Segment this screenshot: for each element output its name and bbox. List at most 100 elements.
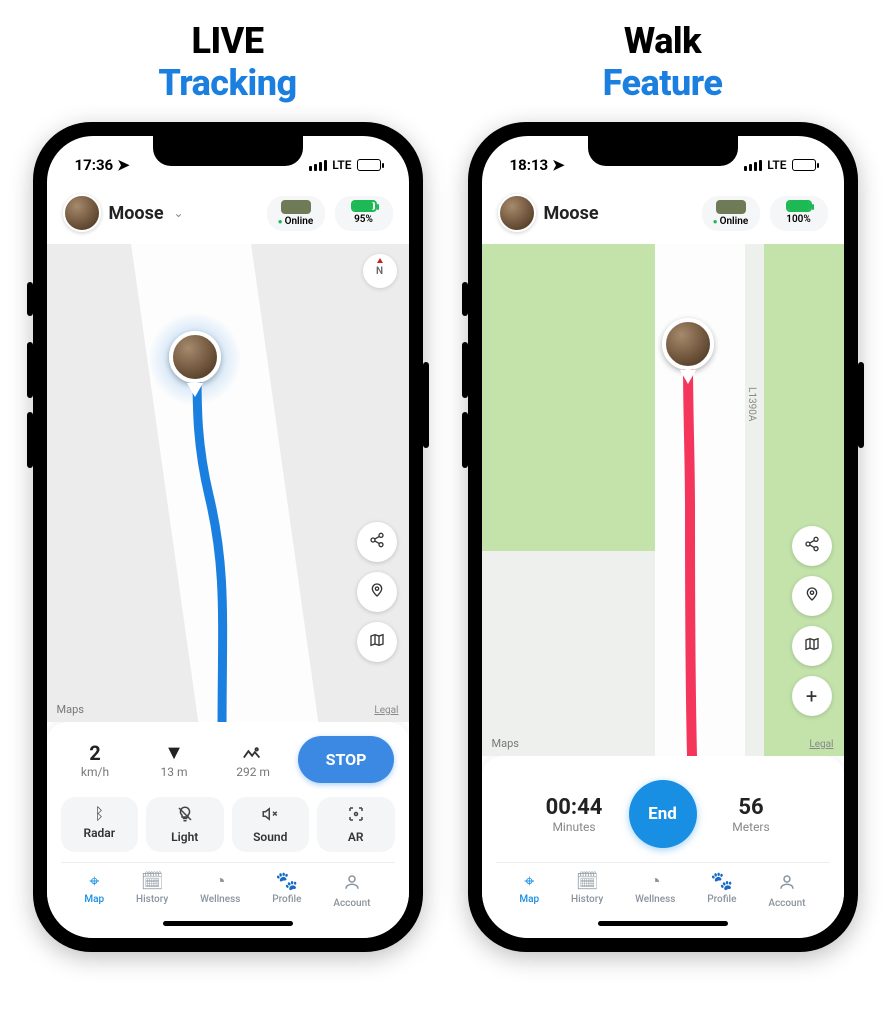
title-walk-top: Walk bbox=[465, 20, 860, 62]
compass-button[interactable]: N bbox=[363, 254, 397, 288]
tab-map[interactable]: ⌖ Map bbox=[519, 873, 539, 909]
network-label: LTE bbox=[332, 158, 351, 172]
avatar bbox=[63, 194, 101, 232]
paw-icon: 🐾 bbox=[711, 873, 733, 891]
battery-status-pill[interactable]: 95% bbox=[335, 196, 393, 231]
title-live-bottom: Tracking bbox=[30, 62, 425, 104]
pet-selector[interactable]: Moose bbox=[498, 194, 599, 232]
sound-button[interactable]: Sound bbox=[232, 797, 310, 852]
battery-small-icon bbox=[786, 200, 812, 212]
online-label: Online bbox=[278, 216, 313, 227]
tab-wellness[interactable]: ◔ Wellness bbox=[200, 873, 240, 909]
home-indicator bbox=[163, 921, 293, 926]
tracking-panel: 2 km/h ▼ 13 m 292 m bbox=[47, 722, 409, 938]
tab-account[interactable]: Account bbox=[768, 873, 805, 909]
tab-map[interactable]: ⌖ Map bbox=[84, 873, 104, 909]
add-button[interactable]: + bbox=[792, 676, 832, 716]
tab-wellness[interactable]: ◔ Wellness bbox=[635, 873, 675, 909]
plus-icon: + bbox=[806, 684, 817, 708]
tab-profile[interactable]: 🐾 Profile bbox=[272, 873, 301, 909]
device-icon bbox=[716, 200, 746, 214]
device-status-pill[interactable]: Online bbox=[267, 196, 325, 231]
status-indicators: LTE bbox=[309, 158, 380, 172]
tab-account[interactable]: Account bbox=[333, 873, 370, 909]
device-icon bbox=[281, 200, 311, 214]
pet-name: Moose bbox=[109, 203, 164, 224]
person-icon bbox=[343, 873, 361, 895]
layers-button[interactable] bbox=[792, 626, 832, 666]
chevron-down-icon: ⌄ bbox=[174, 206, 184, 220]
status-time: 17:36 ➤ bbox=[75, 156, 130, 174]
share-button[interactable] bbox=[792, 526, 832, 566]
map-attribution: Maps bbox=[57, 703, 84, 716]
elevation-icon bbox=[242, 741, 264, 765]
direction-icon: ▼ bbox=[164, 740, 184, 765]
tab-history[interactable]: 🗓 History bbox=[136, 873, 168, 909]
battery-label: 95% bbox=[354, 214, 373, 225]
calendar-icon: 🗓 bbox=[576, 873, 599, 891]
home-indicator bbox=[598, 921, 728, 926]
layers-button[interactable] bbox=[357, 622, 397, 662]
phone-frame-right: 18:13 ➤ LTE Moose bbox=[468, 122, 858, 952]
pin-icon bbox=[804, 586, 820, 606]
battery-status-pill[interactable]: 100% bbox=[770, 196, 828, 231]
metric-speed: 2 km/h bbox=[61, 741, 130, 779]
walk-panel: 00:44 Minutes End 56 Meters ⌖ Map bbox=[482, 756, 844, 938]
map-icon bbox=[804, 636, 820, 656]
map-view[interactable]: L1390A bbox=[482, 244, 844, 756]
pet-name: Moose bbox=[544, 203, 599, 224]
pin-icon bbox=[369, 582, 385, 602]
map-pin-icon: ⌖ bbox=[89, 873, 99, 891]
pet-marker[interactable] bbox=[660, 318, 716, 374]
light-off-icon bbox=[150, 805, 220, 827]
battery-icon bbox=[792, 159, 816, 171]
tab-profile[interactable]: 🐾 Profile bbox=[707, 873, 736, 909]
sound-off-icon bbox=[236, 805, 306, 827]
phone-notch bbox=[153, 136, 303, 166]
title-walk-bottom: Feature bbox=[465, 62, 860, 104]
map-pin-icon: ⌖ bbox=[524, 873, 534, 891]
map-view[interactable]: N bbox=[47, 244, 409, 722]
share-button[interactable] bbox=[357, 522, 397, 562]
battery-icon bbox=[357, 159, 381, 171]
location-arrow-icon: ➤ bbox=[117, 156, 130, 174]
bluetooth-icon: ᛒ bbox=[65, 805, 135, 823]
locate-button[interactable] bbox=[357, 572, 397, 612]
device-status-pill[interactable]: Online bbox=[702, 196, 760, 231]
wellness-icon: ◔ bbox=[650, 873, 661, 891]
light-button[interactable]: Light bbox=[146, 797, 224, 852]
status-time: 18:13 ➤ bbox=[510, 156, 565, 174]
phone-frame-left: 17:36 ➤ LTE Moose ⌄ bbox=[33, 122, 423, 952]
phone-notch bbox=[588, 136, 738, 166]
share-icon bbox=[804, 536, 820, 556]
signal-icon bbox=[309, 160, 327, 171]
radar-button[interactable]: ᛒ Radar bbox=[61, 797, 139, 852]
battery-label: 100% bbox=[786, 214, 811, 225]
metric-direction: ▼ 13 m bbox=[140, 740, 209, 779]
paw-icon: 🐾 bbox=[276, 873, 298, 891]
title-live-top: LIVE bbox=[30, 20, 425, 62]
pet-marker[interactable] bbox=[167, 331, 223, 387]
ar-icon bbox=[321, 805, 391, 827]
map-legal-link[interactable]: Legal bbox=[374, 705, 398, 716]
calendar-icon: 🗓 bbox=[141, 873, 164, 891]
map-attribution: Maps bbox=[492, 737, 519, 750]
stop-button[interactable]: STOP bbox=[298, 736, 395, 783]
share-icon bbox=[369, 532, 385, 552]
end-button[interactable]: End bbox=[629, 780, 697, 848]
walk-meters: 56 Meters bbox=[697, 795, 806, 834]
ar-button[interactable]: AR bbox=[317, 797, 395, 852]
person-icon bbox=[778, 873, 796, 895]
map-icon bbox=[369, 632, 385, 652]
signal-icon bbox=[744, 160, 762, 171]
network-label: LTE bbox=[767, 158, 786, 172]
pet-selector[interactable]: Moose ⌄ bbox=[63, 194, 184, 232]
online-label: Online bbox=[713, 216, 748, 227]
metric-elevation: 292 m bbox=[219, 741, 288, 779]
status-indicators: LTE bbox=[744, 158, 815, 172]
tab-history[interactable]: 🗓 History bbox=[571, 873, 603, 909]
avatar bbox=[498, 194, 536, 232]
wellness-icon: ◔ bbox=[215, 873, 226, 891]
locate-button[interactable] bbox=[792, 576, 832, 616]
map-legal-link[interactable]: Legal bbox=[809, 739, 833, 750]
